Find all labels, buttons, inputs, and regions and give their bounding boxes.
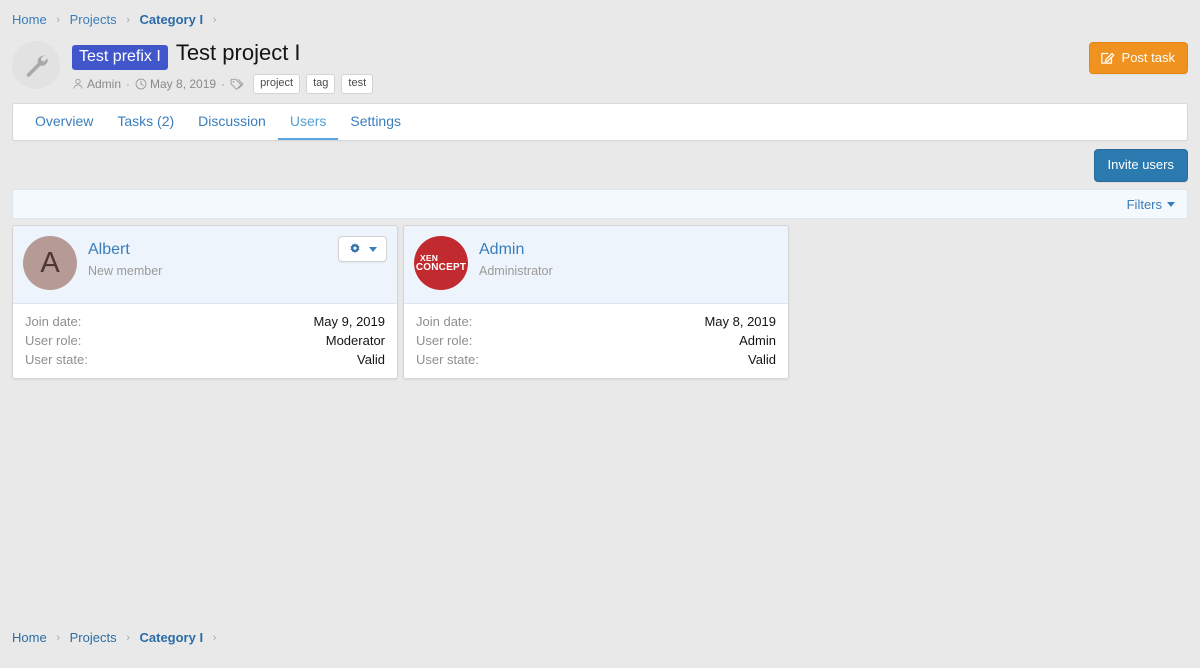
invite-users-button[interactable]: Invite users bbox=[1094, 149, 1188, 182]
user-detail-row: User state: Valid bbox=[416, 350, 776, 369]
tab-tasks[interactable]: Tasks (2) bbox=[105, 104, 186, 140]
breadcrumb-separator-icon: › bbox=[126, 11, 130, 29]
breadcrumb-separator-icon: › bbox=[126, 629, 130, 647]
project-avatar bbox=[12, 41, 60, 89]
breadcrumb-separator-icon: › bbox=[213, 11, 217, 29]
clock-icon bbox=[135, 78, 147, 90]
detail-value: Valid bbox=[357, 350, 385, 369]
detail-label: User role: bbox=[25, 331, 81, 350]
detail-value: May 8, 2019 bbox=[704, 312, 776, 331]
avatar-logo-text: XEN CONCEPT bbox=[414, 253, 468, 273]
user-detail-row: User state: Valid bbox=[25, 350, 385, 369]
breadcrumb-item[interactable]: Projects bbox=[70, 12, 117, 27]
breadcrumb-item[interactable]: Category I bbox=[140, 12, 204, 27]
page-title: Test project I bbox=[176, 39, 301, 67]
breadcrumb-item[interactable]: Home bbox=[12, 12, 47, 27]
avatar[interactable]: XEN CONCEPT bbox=[414, 236, 468, 290]
detail-value: Valid bbox=[748, 350, 776, 369]
detail-label: Join date: bbox=[416, 312, 472, 331]
footer-breadcrumb-link-home[interactable]: Home bbox=[12, 630, 47, 645]
user-detail-row: Join date: May 9, 2019 bbox=[25, 312, 385, 331]
author-name: Admin bbox=[87, 76, 121, 92]
tab-overview[interactable]: Overview bbox=[23, 104, 105, 140]
tab-users[interactable]: Users bbox=[278, 104, 339, 140]
edit-pencil-icon bbox=[1100, 50, 1115, 65]
tag-chip[interactable]: project bbox=[253, 74, 300, 94]
user-name-link[interactable]: Albert bbox=[88, 240, 162, 260]
user-card-body: Join date: May 8, 2019 User role: Admin … bbox=[404, 304, 788, 378]
user-detail-row: Join date: May 8, 2019 bbox=[416, 312, 776, 331]
breadcrumb-separator-icon: › bbox=[56, 11, 60, 29]
wrench-icon bbox=[22, 51, 50, 79]
author-meta: Admin bbox=[72, 76, 121, 92]
tab-discussion[interactable]: Discussion bbox=[186, 104, 278, 140]
avatar[interactable]: A bbox=[23, 236, 77, 290]
filter-bar: Filters bbox=[12, 189, 1188, 219]
gear-icon bbox=[348, 242, 362, 256]
detail-value: Moderator bbox=[326, 331, 385, 350]
avatar-logo-line2: CONCEPT bbox=[414, 263, 468, 273]
user-subtitle: Administrator bbox=[479, 263, 553, 279]
user-name-link[interactable]: Admin bbox=[479, 240, 553, 260]
action-row: Invite users bbox=[0, 141, 1200, 189]
detail-label: User state: bbox=[416, 350, 479, 369]
detail-label: Join date: bbox=[25, 312, 81, 331]
user-card: XEN CONCEPT Admin Administrator Join dat… bbox=[403, 225, 789, 379]
avatar-initial: A bbox=[40, 247, 59, 280]
post-task-button[interactable]: Post task bbox=[1089, 42, 1188, 74]
footer-breadcrumb-link-category[interactable]: Category I bbox=[140, 630, 204, 645]
tab-settings[interactable]: Settings bbox=[338, 104, 413, 140]
breadcrumb-item[interactable]: Projects bbox=[70, 630, 117, 645]
breadcrumb-link-home[interactable]: Home bbox=[12, 12, 47, 27]
user-detail-row: User role: Admin bbox=[416, 331, 776, 350]
meta-separator: · bbox=[126, 76, 130, 92]
breadcrumb-top: Home › Projects › Category I › bbox=[0, 0, 1200, 37]
user-card: A Albert New member Join date: May 9, 20… bbox=[12, 225, 398, 379]
user-card-body: Join date: May 9, 2019 User role: Modera… bbox=[13, 304, 397, 378]
user-card-header: A Albert New member bbox=[13, 226, 397, 304]
breadcrumb-item[interactable]: Category I bbox=[140, 630, 204, 645]
tag-chip[interactable]: tag bbox=[306, 74, 335, 94]
detail-label: User role: bbox=[416, 331, 472, 350]
meta-separator: · bbox=[221, 76, 225, 92]
breadcrumb-footer: Home › Projects › Category I › bbox=[0, 618, 1200, 655]
page-title-row: Test prefix I Test project I bbox=[72, 39, 373, 69]
tag-icon bbox=[230, 78, 244, 91]
tab-bar: Overview Tasks (2) Discussion Users Sett… bbox=[12, 103, 1188, 141]
user-card-list: A Albert New member Join date: May 9, 20… bbox=[12, 225, 1188, 379]
filters-dropdown[interactable]: Filters bbox=[1127, 197, 1175, 212]
prefix-badge[interactable]: Test prefix I bbox=[72, 45, 168, 70]
chevron-down-icon bbox=[369, 247, 377, 252]
page-meta: Admin · May 8, 2019 · bbox=[72, 74, 373, 94]
user-detail-row: User role: Moderator bbox=[25, 331, 385, 350]
detail-label: User state: bbox=[25, 350, 88, 369]
breadcrumb-item[interactable]: Home bbox=[12, 630, 47, 645]
user-actions-menu-button[interactable] bbox=[338, 236, 387, 262]
tag-chip[interactable]: test bbox=[341, 74, 373, 94]
user-icon bbox=[72, 78, 84, 90]
user-card-header: XEN CONCEPT Admin Administrator bbox=[404, 226, 788, 304]
date-meta: May 8, 2019 bbox=[135, 76, 216, 92]
post-date: May 8, 2019 bbox=[150, 76, 216, 92]
detail-value: May 9, 2019 bbox=[313, 312, 385, 331]
breadcrumb-link-category[interactable]: Category I bbox=[140, 12, 204, 27]
chevron-down-icon bbox=[1167, 202, 1175, 207]
user-subtitle: New member bbox=[88, 263, 162, 279]
breadcrumb-separator-icon: › bbox=[213, 629, 217, 647]
breadcrumb-link-projects[interactable]: Projects bbox=[70, 12, 117, 27]
page-header: Test prefix I Test project I Admin · bbox=[0, 37, 1200, 97]
footer-breadcrumb-link-projects[interactable]: Projects bbox=[70, 630, 117, 645]
breadcrumb-separator-icon: › bbox=[56, 629, 60, 647]
detail-value: Admin bbox=[739, 331, 776, 350]
filters-label: Filters bbox=[1127, 197, 1162, 212]
post-task-label: Post task bbox=[1122, 50, 1175, 65]
tags-meta bbox=[230, 78, 247, 91]
